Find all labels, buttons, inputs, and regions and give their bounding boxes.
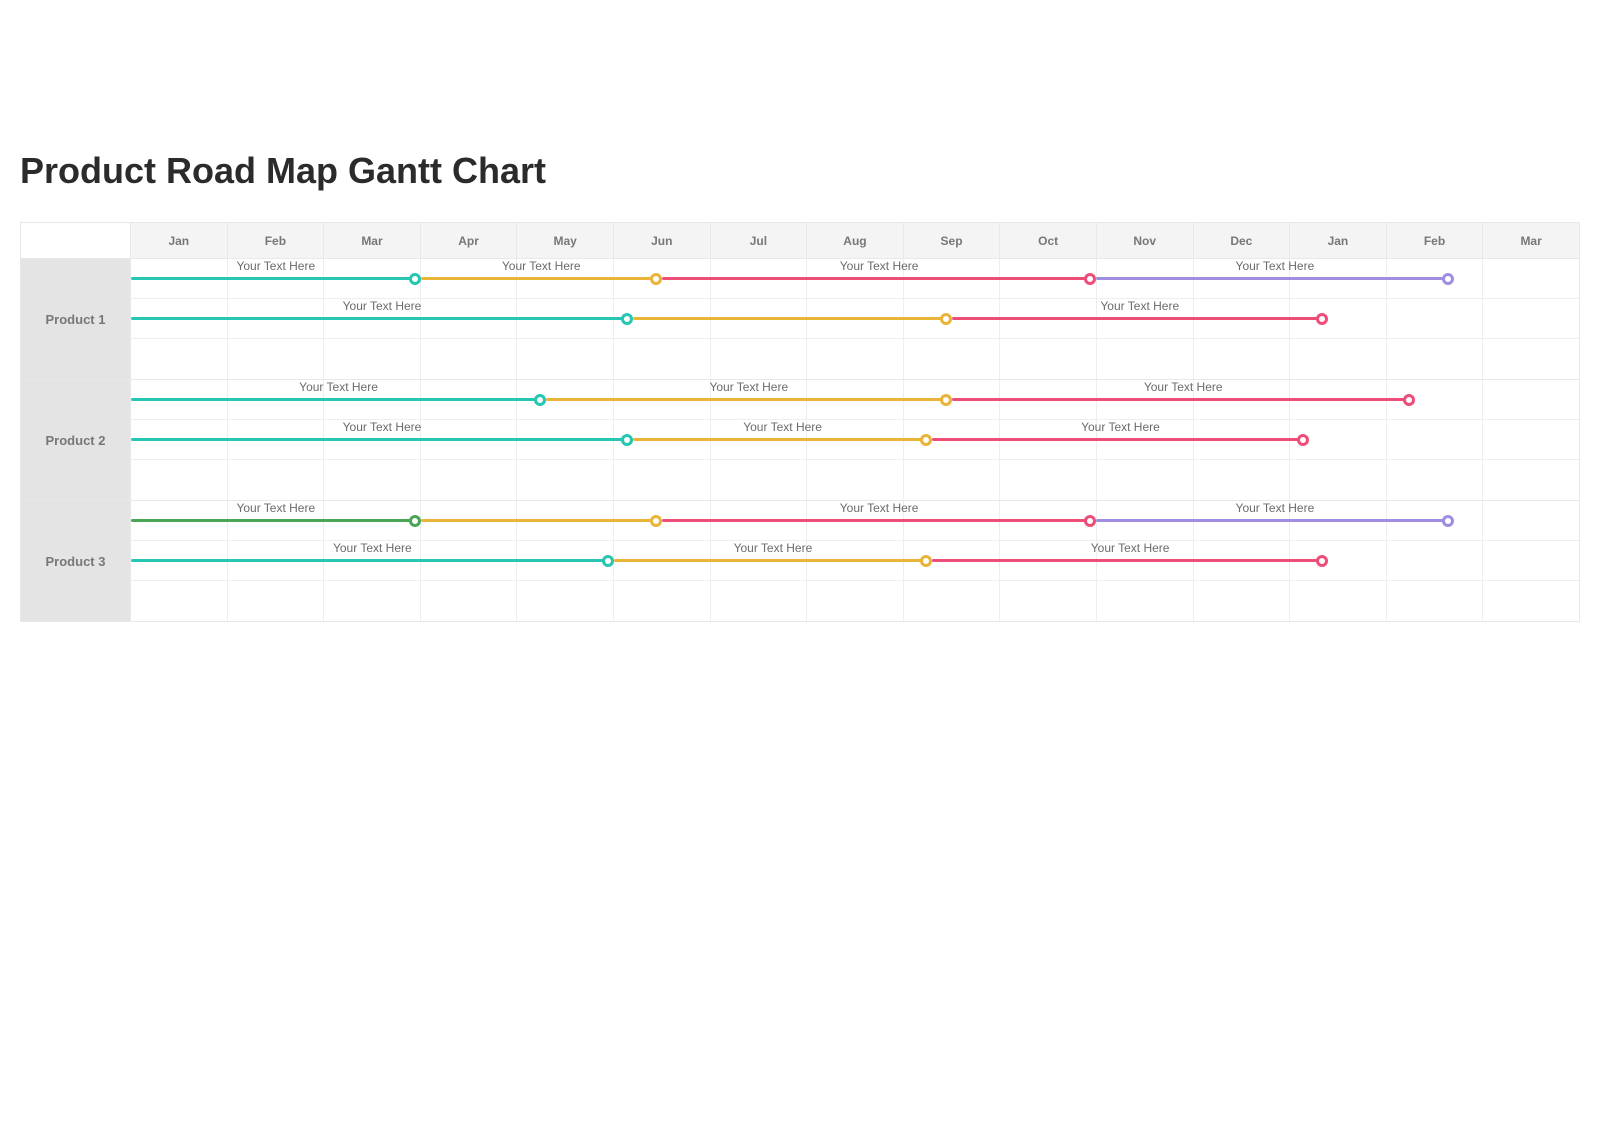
- gantt-segment-line: [662, 277, 1090, 280]
- gantt-segment-line: [546, 398, 945, 401]
- gantt-segment-label: Your Text Here: [1236, 259, 1315, 273]
- gantt-segment-line: [131, 438, 627, 441]
- product-timeline: Your Text HereYour Text HereYour Text He…: [131, 259, 1579, 379]
- gantt-segment-line: [932, 559, 1322, 562]
- gantt-header-row: JanFebMarAprMayJunJulAugSepOctNovDecJanF…: [21, 223, 1579, 259]
- month-header-cell: Sep: [904, 223, 1001, 258]
- gantt-segment-line: [633, 438, 926, 441]
- gantt-segment-line: [952, 398, 1409, 401]
- gantt-segment-end-icon: [920, 555, 932, 567]
- gantt-track: [131, 581, 1579, 621]
- gantt-segment-label: Your Text Here: [343, 420, 422, 434]
- gantt-segment-end-icon: [602, 555, 614, 567]
- page: Product Road Map Gantt Chart JanFebMarAp…: [0, 0, 1600, 1143]
- gantt-segment-end-icon: [650, 515, 662, 527]
- gantt-track: Your Text Here Your Text Here Your Text He…: [131, 541, 1579, 581]
- month-header-cell: May: [517, 223, 614, 258]
- gantt-segment-end-icon: [1316, 313, 1328, 325]
- month-header-cell: Nov: [1097, 223, 1194, 258]
- gantt-segment-label: Your Text Here: [1236, 501, 1315, 515]
- product-label: Product 3: [21, 501, 131, 621]
- month-header-cell: Feb: [228, 223, 325, 258]
- product-row: Product 1Your Text HereYour Text HereYou…: [21, 259, 1579, 380]
- gantt-segment-end-icon: [1442, 515, 1454, 527]
- gantt-segment-label: Your Text Here: [709, 380, 788, 394]
- gantt-segment-end-icon: [1403, 394, 1415, 406]
- gantt-body: Product 1Your Text HereYour Text HereYou…: [21, 259, 1579, 621]
- gantt-segment-line: [131, 398, 540, 401]
- month-header-cell: Dec: [1194, 223, 1291, 258]
- gantt-segment-end-icon: [409, 273, 421, 285]
- product-label: Product 1: [21, 259, 131, 379]
- month-header-cell: Jan: [131, 223, 228, 258]
- gantt-chart: JanFebMarAprMayJunJulAugSepOctNovDecJanF…: [20, 222, 1580, 622]
- gantt-segment-label: Your Text Here: [1091, 541, 1170, 555]
- gantt-track: Your Text Here Your Text Here: [131, 299, 1579, 339]
- gantt-track: Your Text Here Your Text Here Your Text He…: [131, 501, 1579, 541]
- gantt-segment-label: Your Text Here: [1100, 299, 1179, 313]
- gantt-segment-line: [131, 559, 608, 562]
- product-row: Product 3Your Text HereYour Text HereYou…: [21, 501, 1579, 621]
- gantt-segment-end-icon: [1442, 273, 1454, 285]
- gantt-segment-label: Your Text Here: [333, 541, 412, 555]
- gantt-segment-end-icon: [650, 273, 662, 285]
- product-timeline: Your Text Here Your Text Here Your Text He…: [131, 380, 1579, 500]
- gantt-segment-end-icon: [1084, 273, 1096, 285]
- gantt-segment-label: Your Text Here: [236, 501, 315, 515]
- gantt-segment-line: [633, 317, 946, 320]
- month-header-cell: Mar: [324, 223, 421, 258]
- gantt-track: Your Text Here Your Text Here Your Text He…: [131, 420, 1579, 460]
- product-label: Product 2: [21, 380, 131, 500]
- month-header-cell: Oct: [1000, 223, 1097, 258]
- month-header-cell: Jul: [711, 223, 808, 258]
- gantt-segment-line: [1096, 277, 1447, 280]
- gantt-segment-label: Your Text Here: [1144, 380, 1223, 394]
- product-row: Product 2Your Text HereYour Text HereYou…: [21, 380, 1579, 501]
- gantt-segment-end-icon: [940, 313, 952, 325]
- gantt-segment-end-icon: [920, 434, 932, 446]
- gantt-track: [131, 339, 1579, 379]
- gantt-segment-label: Your Text Here: [734, 541, 813, 555]
- gantt-segment-line: [131, 277, 415, 280]
- gantt-segment-line: [662, 519, 1090, 522]
- month-header-cell: Jun: [614, 223, 711, 258]
- gantt-segment-label: Your Text Here: [840, 501, 919, 515]
- gantt-segment-label: Your Text Here: [299, 380, 378, 394]
- gantt-segment-label: Your Text Here: [343, 299, 422, 313]
- gantt-header-corner: [21, 223, 131, 258]
- gantt-track: Your Text Here Your Text Here Your Text He…: [131, 259, 1579, 299]
- page-title: Product Road Map Gantt Chart: [20, 150, 1580, 192]
- gantt-segment-end-icon: [621, 434, 633, 446]
- gantt-segment-line: [932, 438, 1302, 441]
- gantt-segment-end-icon: [409, 515, 421, 527]
- gantt-segment-line: [421, 519, 656, 522]
- gantt-segment-end-icon: [1316, 555, 1328, 567]
- gantt-segment-line: [131, 519, 415, 522]
- gantt-segment-line: [952, 317, 1322, 320]
- gantt-segment-end-icon: [940, 394, 952, 406]
- month-header-cell: Mar: [1483, 223, 1579, 258]
- gantt-segment-label: Your Text Here: [1081, 420, 1160, 434]
- month-header-cell: Aug: [807, 223, 904, 258]
- gantt-segment-end-icon: [1297, 434, 1309, 446]
- gantt-segment-label: Your Text Here: [236, 259, 315, 273]
- gantt-segment-line: [131, 317, 627, 320]
- gantt-segment-line: [421, 277, 656, 280]
- gantt-segment-line: [614, 559, 927, 562]
- gantt-track: Your Text Here Your Text Here Your Text He…: [131, 380, 1579, 420]
- gantt-segment-end-icon: [1084, 515, 1096, 527]
- gantt-segment-label: Your Text Here: [502, 259, 581, 273]
- gantt-segment-label: Your Text Here: [840, 259, 919, 273]
- gantt-segment-end-icon: [534, 394, 546, 406]
- gantt-segment-line: [1096, 519, 1447, 522]
- gantt-header-months: JanFebMarAprMayJunJulAugSepOctNovDecJanF…: [131, 223, 1579, 258]
- gantt-track: [131, 460, 1579, 500]
- month-header-cell: Apr: [421, 223, 518, 258]
- gantt-segment-label: Your Text Here: [743, 420, 822, 434]
- gantt-segment-end-icon: [621, 313, 633, 325]
- month-header-cell: Feb: [1387, 223, 1484, 258]
- month-header-cell: Jan: [1290, 223, 1387, 258]
- product-timeline: Your Text Here Your Text Here Your Text He…: [131, 501, 1579, 621]
